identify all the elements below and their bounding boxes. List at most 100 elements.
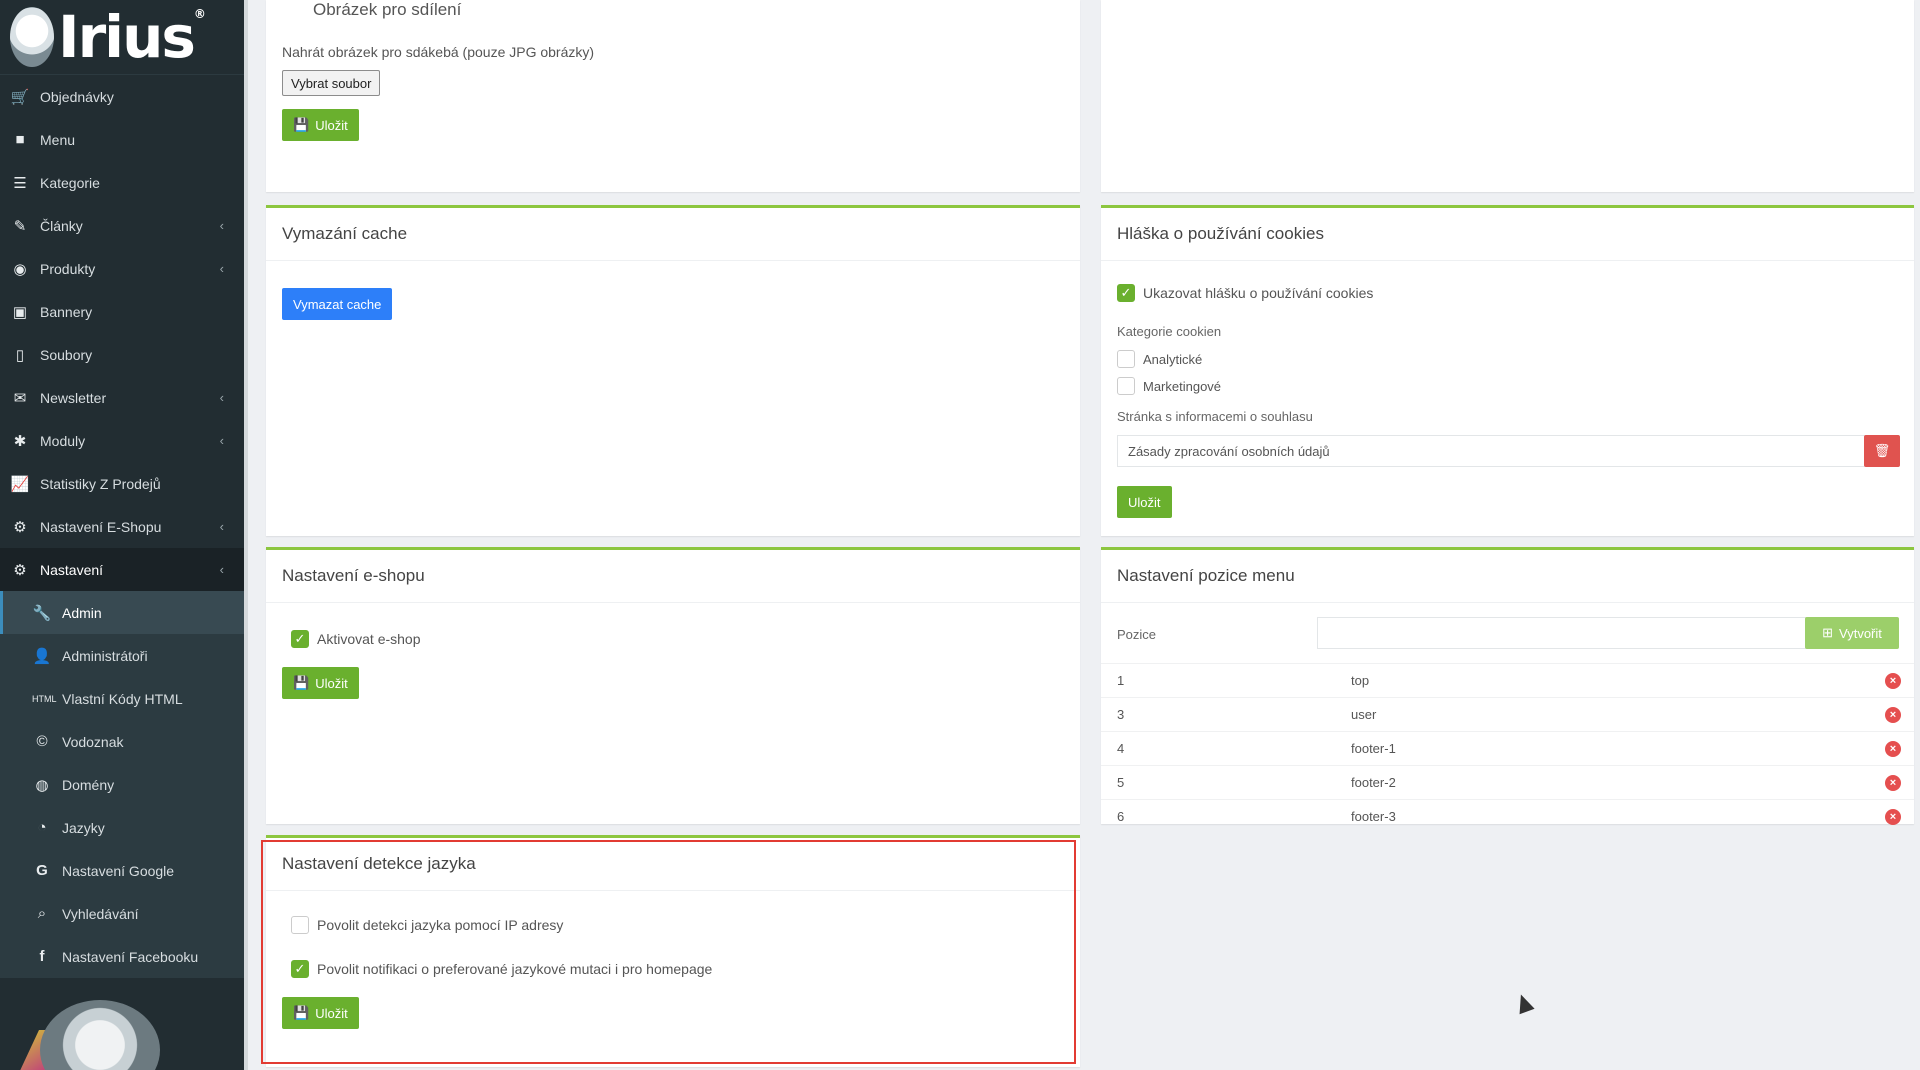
- mouse-cursor: [1513, 991, 1535, 1015]
- menu-position-table: 1 top × 3 user × 4 footer-1 × 5 footer-2 × 6 footer-3…: [1101, 663, 1914, 833]
- sidebar-item-products[interactable]: ◉ Produkty ‹: [0, 247, 244, 290]
- plus-square-icon: ⊞: [1822, 625, 1834, 640]
- delete-page-button[interactable]: 🗑: [1864, 435, 1900, 467]
- chevron-left-icon: ‹: [219, 390, 224, 405]
- chevron-left-icon: ‹: [219, 562, 224, 577]
- search-icon: ⌕: [37, 905, 47, 922]
- sidebar-item-banners[interactable]: ▣ Bannery: [0, 290, 244, 333]
- chevron-left-icon: ‹: [219, 261, 224, 276]
- envelope-icon: ✉: [13, 389, 27, 407]
- share-image-title: Obrázek pro sdílení: [313, 0, 462, 19]
- show-cookies-checkbox[interactable]: ✓: [1117, 284, 1135, 302]
- sidebar-item-orders[interactable]: 🛒 Objednávky: [0, 75, 244, 118]
- position-id: 5: [1101, 765, 1350, 800]
- remove-icon[interactable]: ×: [1885, 741, 1901, 757]
- google-icon: G: [36, 862, 48, 879]
- position-name: footer-1: [1350, 731, 1872, 766]
- table-row: 1 top ×: [1101, 663, 1914, 698]
- sidebar-subitem-admin[interactable]: 🔧 Admin: [0, 591, 244, 634]
- position-name: top: [1350, 663, 1872, 698]
- consent-page-label: Stránka s informacemi o souhlasu: [1117, 409, 1313, 424]
- sidebar-subitem-html-codes[interactable]: HTML Vlastní Kódy HTML: [0, 677, 244, 720]
- palette-icon: ◉: [13, 260, 27, 278]
- cookies-box: Hláška o používání cookies ✓ Ukazovat hl…: [1101, 205, 1914, 536]
- sidebar-subitem-watermark[interactable]: © Vodoznak: [0, 720, 244, 763]
- analytic-row: Analytické: [1117, 350, 1202, 368]
- sidebar-subitem-google[interactable]: G Nastavení Google: [0, 849, 244, 892]
- logo[interactable]: Irius®: [0, 0, 244, 75]
- create-position-button[interactable]: ⊞ Vytvořit: [1805, 617, 1899, 649]
- chevron-left-icon: ‹: [219, 519, 224, 534]
- table-row: 5 footer-2 ×: [1101, 765, 1914, 800]
- remove-icon[interactable]: ×: [1885, 809, 1901, 825]
- sidebar-subitem-domains[interactable]: ◍ Domény: [0, 763, 244, 806]
- file-icon: ▯: [15, 346, 25, 364]
- sidebar-item-menu[interactable]: ■ Menu: [0, 118, 244, 161]
- remove-icon[interactable]: ×: [1885, 673, 1901, 689]
- share-image-save-button[interactable]: 💾 Uložit: [282, 109, 359, 141]
- clear-cache-button[interactable]: Vymazat cache: [282, 288, 393, 320]
- line-chart-icon: 📈: [10, 475, 30, 493]
- puzzle-icon: ✱: [13, 432, 27, 450]
- cookies-save-button[interactable]: Uložit: [1117, 486, 1172, 518]
- sidebar-item-modules[interactable]: ✱ Moduly ‹: [0, 419, 244, 462]
- delete-cell: ×: [1872, 663, 1914, 698]
- sidebar-subitem-facebook[interactable]: f Nastavení Facebooku: [0, 935, 244, 978]
- position-name: footer-2: [1350, 765, 1872, 800]
- show-cookies-row: ✓ Ukazovat hlášku o používání cookies: [1117, 284, 1373, 302]
- sidebar-scrollbar[interactable]: [244, 0, 248, 1070]
- remove-icon[interactable]: ×: [1885, 775, 1901, 791]
- sidebar-item-files[interactable]: ▯ Soubory: [0, 333, 244, 376]
- chevron-left-icon: ‹: [219, 218, 224, 233]
- marketing-checkbox[interactable]: [1117, 377, 1135, 395]
- activate-eshop-checkbox[interactable]: ✓: [291, 630, 309, 648]
- mascot-icon: [10, 7, 54, 67]
- remove-icon[interactable]: ×: [1885, 707, 1901, 723]
- folder-icon: ■: [15, 131, 25, 148]
- delete-cell: ×: [1872, 697, 1914, 732]
- sidebar-subitem-search[interactable]: ⌕ Vyhledávání: [0, 892, 244, 935]
- globe-icon: ◍: [35, 776, 49, 794]
- eshop-title: Nastavení e-shopu: [266, 550, 1080, 603]
- marketing-row: Marketingové: [1117, 377, 1221, 395]
- position-name: footer-3: [1350, 799, 1872, 833]
- sidebar-nav: 🛒 Objednávky ■ Menu ☰ Kategorie ✎ Články ‹ ◉ P…: [0, 75, 244, 978]
- sidebar-item-eshop-settings[interactable]: ⚙ Nastavení E-Shopu ‹: [0, 505, 244, 548]
- mascot-illustration: [40, 1000, 160, 1070]
- cogs-icon: ⚙: [13, 561, 27, 579]
- sidebar-item-categories[interactable]: ☰ Kategorie: [0, 161, 244, 204]
- position-id: 6: [1101, 799, 1350, 833]
- table-row: 6 footer-3 ×: [1101, 799, 1914, 833]
- activate-eshop-row: ✓ Aktivovat e-shop: [291, 630, 421, 648]
- delete-cell: ×: [1872, 731, 1914, 766]
- menu-position-box: Nastavení pozice menu Pozice ⊞ Vytvořit 1…: [1101, 547, 1914, 833]
- delete-cell: ×: [1872, 799, 1914, 833]
- language-icon: ◔: [37, 819, 47, 836]
- position-input[interactable]: [1317, 617, 1807, 649]
- analytic-checkbox[interactable]: [1117, 350, 1135, 368]
- eshop-save-button[interactable]: 💾 Uložit: [282, 667, 359, 699]
- choose-file-button[interactable]: Vybrat soubor: [282, 70, 381, 96]
- share-image-box: Obrázek pro sdílení Nahrát obrázek pro s…: [266, 0, 1080, 192]
- user-icon: 👤: [32, 647, 52, 665]
- cache-title: Vymazání cache: [266, 208, 1080, 261]
- table-row: 3 user ×: [1101, 697, 1914, 732]
- sidebar-subitem-administrators[interactable]: 👤 Administrátoři: [0, 634, 244, 677]
- sidebar: Irius® 🛒 Objednávky ■ Menu ☰ Kategorie ✎ Člá…: [0, 0, 244, 1070]
- sidebar-item-statistics[interactable]: 📈 Statistiky Z Prodejů: [0, 462, 244, 505]
- sidebar-item-newsletter[interactable]: ✉ Newsletter ‹: [0, 376, 244, 419]
- menu-position-title: Nastavení pozice menu: [1101, 550, 1914, 603]
- eshop-box: Nastavení e-shopu ✓ Aktivovat e-shop 💾 Ul…: [266, 547, 1080, 824]
- image-icon: ▣: [12, 303, 28, 321]
- sidebar-item-articles[interactable]: ✎ Články ‹: [0, 204, 244, 247]
- sidebar-item-settings[interactable]: ⚙ Nastavení ‹: [0, 548, 244, 591]
- cookies-title: Hláška o používání cookies: [1101, 208, 1914, 261]
- sidebar-subitem-languages[interactable]: ◔ Jazyky: [0, 806, 244, 849]
- upload-label: Nahrát obrázek pro sdákebá (pouze JPG ob…: [282, 44, 595, 60]
- copyright-icon: ©: [36, 733, 48, 750]
- position-id: 4: [1101, 731, 1350, 766]
- pencil-icon: ✎: [13, 217, 27, 235]
- facebook-icon: f: [39, 948, 45, 965]
- consent-page-input[interactable]: [1117, 435, 1865, 467]
- cart-icon: 🛒: [10, 88, 30, 106]
